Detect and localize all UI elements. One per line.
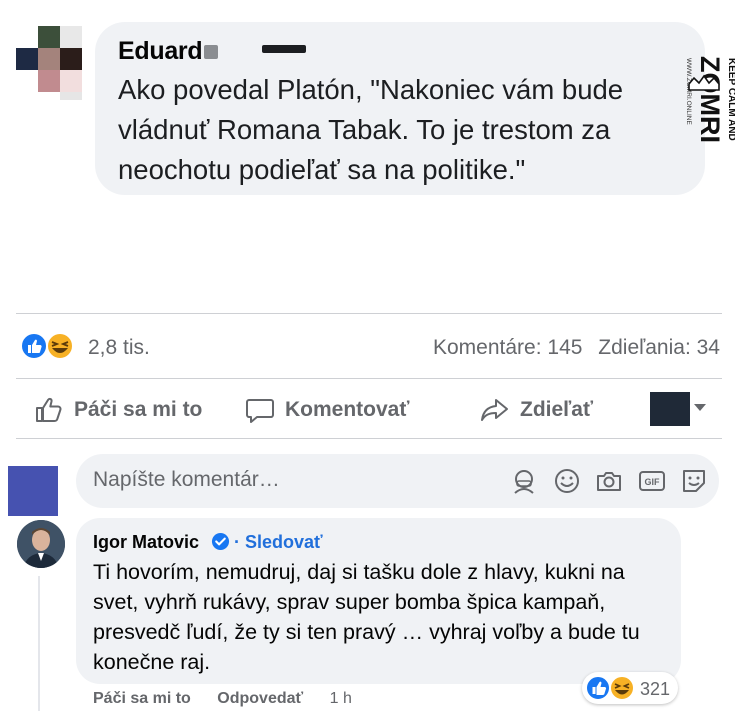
verified-badge-icon [211,532,230,551]
share-button[interactable]: Zdieľať [480,393,593,427]
reply-reply-link[interactable]: Odpovedať [217,690,303,707]
watermark-word-text: ZOMRI [695,56,725,143]
audience-selector[interactable] [650,392,690,426]
comment-text: Ako povedal Platón, "Nakoniec vám bude v… [118,74,624,185]
reply-author[interactable]: Igor Matovic [93,532,199,553]
sticker-icon[interactable] [680,467,708,495]
haha-icon [46,332,74,360]
divider [16,313,722,314]
like-button[interactable]: Páči sa mi to [34,393,202,427]
commenter-avatar[interactable] [16,26,82,100]
thread-line [38,576,40,711]
chevron-down-icon[interactable] [694,404,706,411]
haha-icon [609,675,635,701]
comment-icon [246,399,274,423]
gif-icon[interactable]: GIF [638,467,666,495]
emoji-icon[interactable] [553,467,581,495]
reply-like-link[interactable]: Páči sa mi to [93,690,191,707]
comment-placeholder[interactable]: Napíšte komentár… [93,468,280,492]
svg-text:GIF: GIF [645,477,661,487]
shares-count[interactable]: Zdieľania: 34 [598,336,720,359]
watermark-top-text: KEEP CALM AND [726,58,735,141]
reply-action-row: Páči sa mi to Odpovedať 1 h [93,690,352,708]
like-icon [585,675,611,701]
watermark-url-text: WWW.ZOMRI.ONLINE [685,58,692,125]
like-icon [20,332,48,360]
redaction-bar [262,45,306,53]
watermark-logo: KEEP CALM AND ZOMRI WWW.ZOMRI.ONLINE [683,56,737,164]
avatar-sticker-icon[interactable] [510,467,538,495]
reply-reaction-count[interactable]: 321 [640,679,670,700]
reaction-count[interactable]: 2,8 tis. [88,336,150,360]
reply-text: Ti hovorím, nemudruj, daj si tašku dole … [93,560,640,674]
redaction-mark [204,45,218,59]
reply-author-avatar[interactable] [17,520,65,568]
share-icon [481,399,508,421]
crown-icon [688,74,720,91]
post-reactions[interactable] [20,331,80,361]
current-user-avatar[interactable] [8,466,58,516]
follow-link[interactable]: · Sledovať [234,532,323,553]
reply-timestamp[interactable]: 1 h [330,690,352,707]
thumbs-up-icon [36,397,62,422]
comment-label: Komentovať [285,398,410,421]
camera-icon[interactable] [595,467,623,495]
divider [16,378,722,379]
post-stats: Komentáre: 145 Zdieľania: 34 [423,336,720,360]
share-label: Zdieľať [520,398,593,421]
comment-button[interactable]: Komentovať [245,393,409,427]
like-label: Páči sa mi to [74,398,203,421]
comment-author[interactable]: Eduard [118,37,203,66]
comments-count[interactable]: Komentáre: 145 [433,336,582,359]
divider [16,438,722,439]
